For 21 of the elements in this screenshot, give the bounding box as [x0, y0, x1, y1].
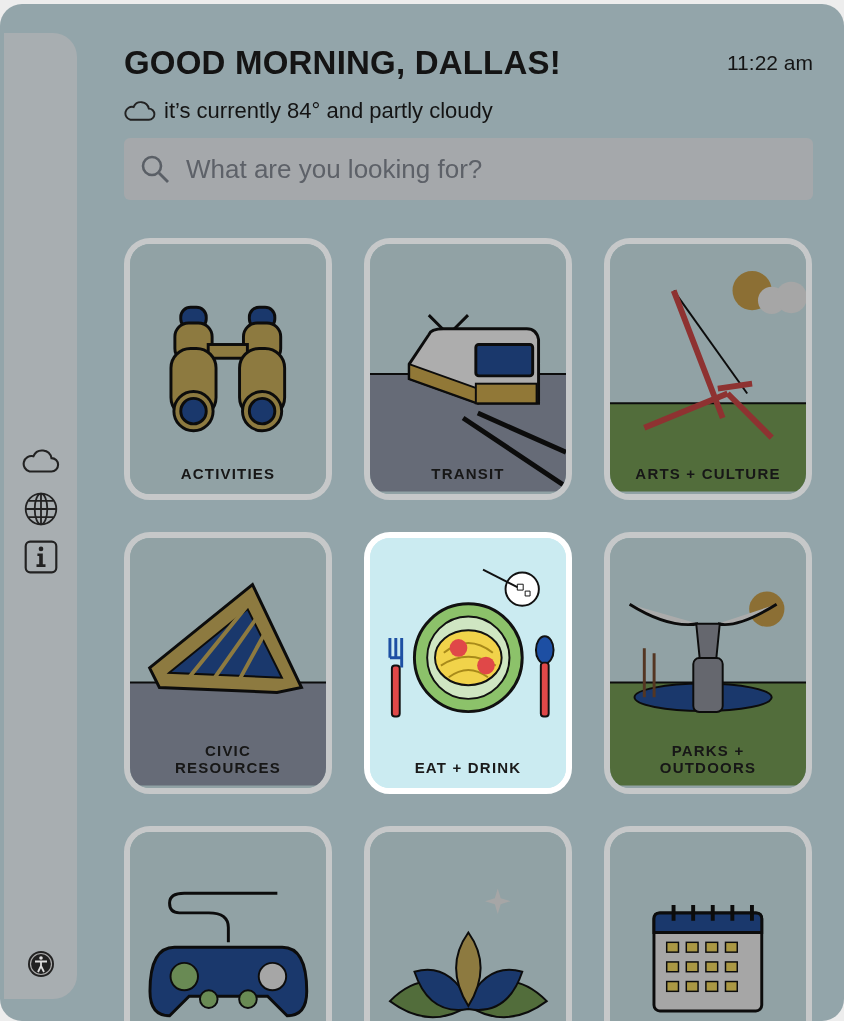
category-tile[interactable]	[364, 826, 572, 1021]
cloud-icon	[124, 99, 156, 123]
category-tile[interactable]	[124, 826, 332, 1021]
category-tile[interactable]: ARTS + CULTURE	[604, 238, 812, 500]
tile-label: CIVIC RESOURCES	[174, 742, 282, 776]
category-tile[interactable]	[604, 826, 812, 1021]
clock-time: 11:22 am	[727, 51, 813, 75]
weather-text: it’s currently 84° and partly cloudy	[164, 98, 493, 124]
greeting-heading: GOOD MORNING, DALLAS!	[124, 44, 561, 82]
category-tile[interactable]: CIVIC RESOURCES	[124, 532, 332, 794]
accessibility-icon[interactable]	[25, 949, 56, 979]
tile-label: ACTIVITIES	[179, 465, 277, 482]
tile-label: PARKS + OUTDOORS	[658, 742, 758, 776]
tile-label: ARTS + CULTURE	[634, 465, 782, 482]
search-field[interactable]: What are you looking for?	[124, 138, 813, 200]
category-tile[interactable]: EAT + DRINK	[364, 532, 572, 794]
tile-label: TRANSIT	[430, 465, 506, 482]
category-tile[interactable]: PARKS + OUTDOORS	[604, 532, 812, 794]
tile-label: EAT + DRINK	[413, 759, 523, 776]
category-tile[interactable]: ACTIVITIES	[124, 238, 332, 500]
category-tile[interactable]: TRANSIT	[364, 238, 572, 500]
